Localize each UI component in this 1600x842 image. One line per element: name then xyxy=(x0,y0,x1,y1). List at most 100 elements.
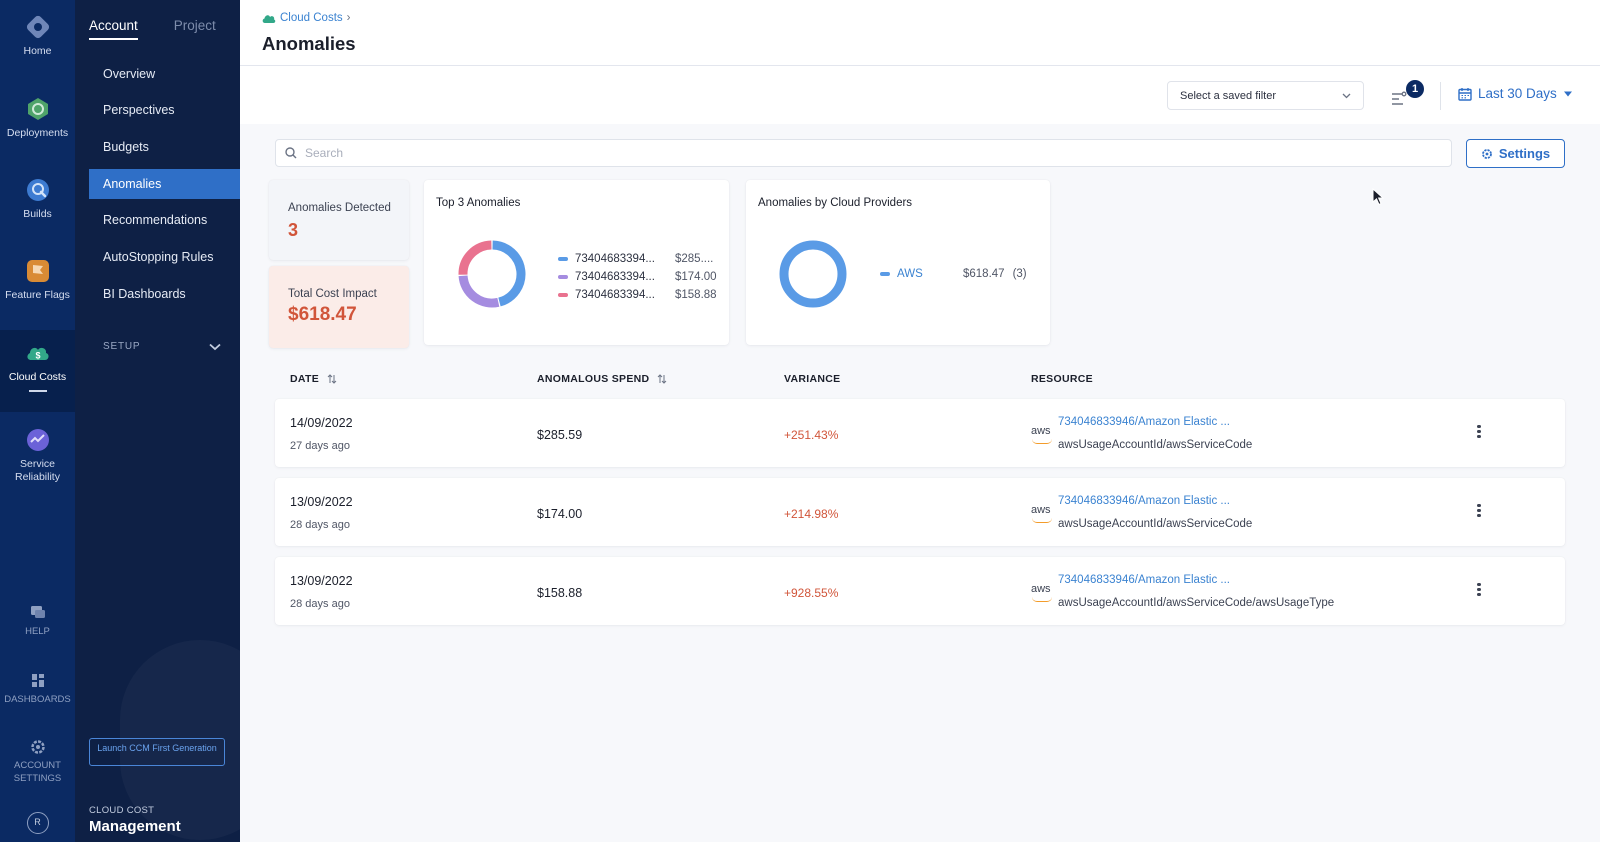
nav-help-label: HELP xyxy=(25,626,50,637)
legend-name[interactable]: AWS xyxy=(897,268,963,280)
setup-section-toggle[interactable]: SETUP xyxy=(103,341,221,352)
filter-button[interactable]: 1 xyxy=(1385,80,1425,110)
legend-row: 73404683394... $174.00 xyxy=(558,268,717,286)
user-avatar[interactable]: R xyxy=(0,812,75,834)
search-input[interactable] xyxy=(305,146,1405,160)
legend-amount: $158.88 xyxy=(675,289,717,301)
table-row[interactable]: 13/09/2022 28 days ago $174.00 +214.98% … xyxy=(275,478,1565,546)
date-range-label: Last 30 Days xyxy=(1478,86,1557,101)
nav-dashboards[interactable]: DASHBOARDS xyxy=(0,672,75,706)
avatar-initial: R xyxy=(26,812,49,834)
service-reliability-icon xyxy=(26,429,49,451)
breadcrumb-separator: › xyxy=(346,12,351,24)
donut-segment xyxy=(492,240,526,307)
nav-item-recommendations[interactable]: Recommendations xyxy=(89,205,240,235)
legend-name: 73404683394... xyxy=(575,289,655,301)
row-resource-link[interactable]: 734046833946/Amazon Elastic ... xyxy=(1058,574,1230,586)
svg-text:$: $ xyxy=(35,351,40,361)
table-row[interactable]: 13/09/2022 28 days ago $158.88 +928.55% … xyxy=(275,557,1565,625)
nav-cloud-costs[interactable]: $ Cloud Costs xyxy=(0,330,75,412)
nav-item-overview[interactable]: Overview xyxy=(89,59,240,89)
legend-amount: $618.47 xyxy=(963,268,1005,280)
nav-builds[interactable]: Builds xyxy=(0,177,75,221)
nav-item-budgets[interactable]: Budgets xyxy=(89,132,240,162)
product-label-small: CLOUD COST xyxy=(89,805,155,816)
anomalies-detected-label: Anomalies Detected xyxy=(288,202,391,214)
legend-swatch xyxy=(558,257,568,261)
help-icon xyxy=(30,606,45,618)
column-variance: VARIANCE xyxy=(784,373,841,385)
more-options-icon[interactable] xyxy=(1470,581,1488,601)
anomalies-detected-card: Anomalies Detected 3 xyxy=(269,180,409,260)
legend-swatch xyxy=(558,275,568,279)
donut-segment xyxy=(458,240,492,275)
cloud-providers-legend: AWS $618.47 (3) xyxy=(880,265,1027,283)
row-relative-date: 28 days ago xyxy=(290,598,350,610)
nav-home[interactable]: Home xyxy=(0,14,75,58)
launch-ccm-button[interactable]: Launch CCM First Generation xyxy=(89,738,225,766)
module-nav: Home Deployments Builds Feature Flags $ … xyxy=(0,0,75,842)
page-header: Cloud Costs › Anomalies xyxy=(240,0,1600,66)
nav-item-anomalies[interactable]: Anomalies xyxy=(89,169,240,199)
total-cost-impact-label: Total Cost Impact xyxy=(288,288,377,300)
column-anomalous-spend[interactable]: ANOMALOUS SPEND xyxy=(537,373,667,385)
gear-icon xyxy=(30,740,45,754)
search-icon xyxy=(285,147,297,159)
nav-feature-flags[interactable]: Feature Flags xyxy=(0,258,75,302)
settings-button[interactable]: Settings xyxy=(1466,139,1565,168)
saved-filter-placeholder: Select a saved filter xyxy=(1180,89,1276,102)
anomalies-table-header: DATE ANOMALOUS SPEND VARIANCE RESOURCE xyxy=(275,367,1565,393)
mouse-cursor-icon xyxy=(1372,188,1384,206)
harness-logo-icon xyxy=(26,15,49,39)
date-range-picker[interactable]: Last 30 Days xyxy=(1458,86,1573,101)
anomalies-detected-value: 3 xyxy=(288,220,299,240)
row-relative-date: 27 days ago xyxy=(290,440,350,452)
breadcrumb: Cloud Costs › xyxy=(262,12,350,24)
row-spend: $158.88 xyxy=(537,586,583,600)
settings-button-label: Settings xyxy=(1498,146,1551,161)
nav-feature-flags-label: Feature Flags xyxy=(5,289,70,301)
row-variance: +251.43% xyxy=(784,428,839,442)
row-resource-link[interactable]: 734046833946/Amazon Elastic ... xyxy=(1058,495,1230,507)
toolbar-divider xyxy=(1440,82,1441,110)
nav-service-reliability[interactable]: Service Reliability xyxy=(0,427,75,484)
nav-item-autostopping-rules[interactable]: AutoStopping Rules xyxy=(89,242,240,272)
donut-segment xyxy=(458,275,500,308)
top-anomalies-title: Top 3 Anomalies xyxy=(436,197,521,209)
nav-item-bi-dashboards[interactable]: BI Dashboards xyxy=(89,279,240,309)
aws-logo-icon: aws xyxy=(1031,425,1051,437)
tab-project[interactable]: Project xyxy=(174,18,216,40)
table-row[interactable]: 14/09/2022 27 days ago $285.59 +251.43% … xyxy=(275,399,1565,467)
nav-deployments-label: Deployments xyxy=(6,127,69,139)
more-options-icon[interactable] xyxy=(1470,423,1488,443)
column-date[interactable]: DATE xyxy=(290,373,337,385)
calendar-icon xyxy=(1458,87,1472,101)
breadcrumb-link-cloud-costs[interactable]: Cloud Costs xyxy=(280,12,343,24)
aws-logo-icon: aws xyxy=(1031,504,1051,516)
legend-amount: $174.00 xyxy=(675,271,717,283)
saved-filter-select[interactable]: Select a saved filter xyxy=(1167,81,1364,110)
row-resource-link[interactable]: 734046833946/Amazon Elastic ... xyxy=(1058,416,1230,428)
legend-row: 73404683394... $285.... xyxy=(558,250,717,268)
product-label-big: Management xyxy=(89,818,181,835)
active-indicator xyxy=(28,390,47,392)
nav-deployments[interactable]: Deployments xyxy=(0,96,75,140)
tab-account[interactable]: Account xyxy=(89,18,138,40)
row-date: 13/09/2022 xyxy=(290,495,353,509)
aws-logo-smile xyxy=(1032,518,1052,523)
nav-item-perspectives[interactable]: Perspectives xyxy=(89,95,240,125)
row-variance: +928.55% xyxy=(784,586,839,600)
search-box[interactable] xyxy=(275,139,1452,167)
nav-account-settings[interactable]: ACCOUNT SETTINGS xyxy=(0,738,75,785)
nav-cloud-costs-label: Cloud Costs xyxy=(8,371,67,383)
nav-home-label: Home xyxy=(23,45,52,57)
row-variance: +214.98% xyxy=(784,507,839,521)
cloud-providers-donut-chart xyxy=(779,240,847,308)
legend-swatch xyxy=(558,293,568,297)
deployments-icon xyxy=(27,98,48,120)
more-options-icon[interactable] xyxy=(1470,502,1488,522)
row-resource-path: awsUsageAccountId/awsServiceCode/awsUsag… xyxy=(1058,597,1335,609)
nav-help[interactable]: HELP xyxy=(0,604,75,638)
column-date-label: DATE xyxy=(290,373,320,385)
gear-icon xyxy=(1481,148,1492,159)
